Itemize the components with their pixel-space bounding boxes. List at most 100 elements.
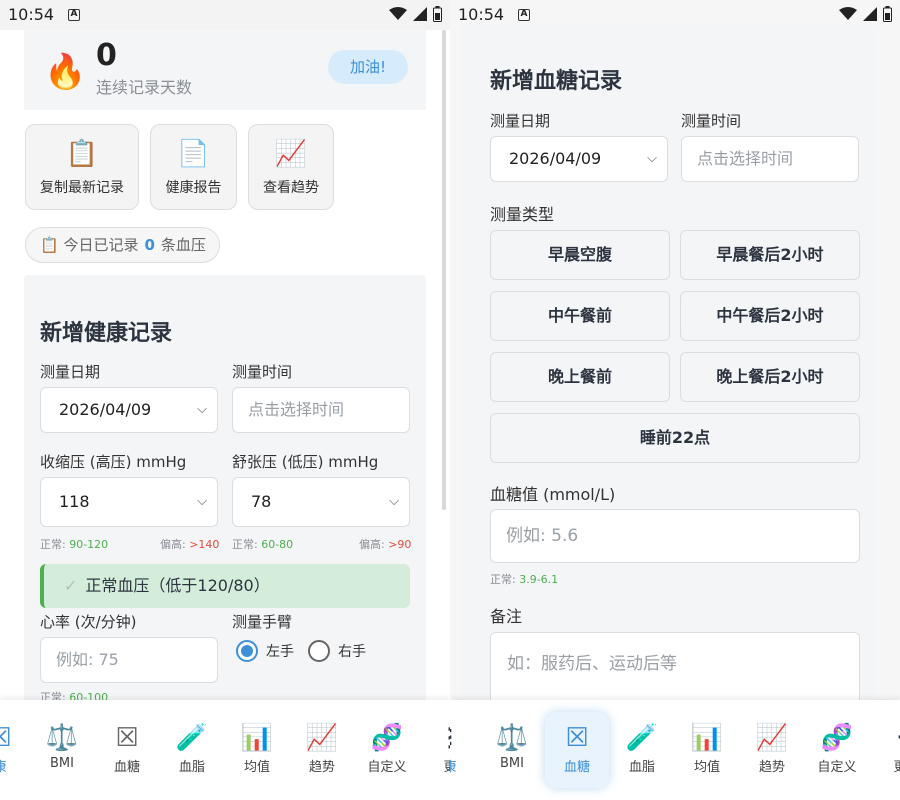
type-morning-postmeal-button[interactable]: 早晨餐后2小时 [680,230,860,280]
nav-item-custom[interactable]: 🧬 自定义 [355,712,419,788]
health-record-form: 新增健康记录 测量日期 测量时间 2026/04/09 ⌵ 点击选择时间 收缩压… [24,275,426,715]
nav-item-bmi[interactable]: ⚖️ BMI [480,712,544,788]
nav-item-average[interactable]: 📊 均值 [225,712,289,788]
time-input[interactable]: 点击选择时间 [681,136,859,182]
nav-item-lipid[interactable]: 🧪 血脂 [610,712,674,788]
diastolic-select[interactable]: 78 ⌵ [232,477,410,527]
type-label: 测量类型 [490,205,555,224]
type-evening-postmeal-button[interactable]: 晚上餐后2小时 [680,352,860,402]
date-value: 2026/04/09 [509,149,602,168]
chevron-down-icon: ⌵ [389,494,399,509]
time-label: 测量时间 [232,363,293,381]
scale-icon: ⚖️ [495,723,529,753]
arm-left-label: 左手 [266,644,294,660]
check-icon: ✓ [64,576,78,595]
tab-health-icon: ☒ [0,722,32,754]
bottom-nav: ⁝ 康 ⚖️ BMI ☒ 血糖 🧪 血脂 📊 均值 📈 趋势 🧬 自定义 · [450,700,900,800]
document-icon: 📄 [177,139,210,169]
battery-icon [433,6,442,22]
nav-item-trend[interactable]: 📈 趋势 [290,712,354,788]
type-noon-postmeal-button[interactable]: 中午餐后2小时 [680,291,860,341]
nav-item-custom[interactable]: 🧬 自定义 [805,712,869,788]
nav-item-health[interactable]: ⁝ 康 [450,712,482,788]
date-value: 2026/04/09 [59,400,152,419]
nav-item-bmi[interactable]: ⚖️ BMI [30,712,94,788]
nav-item-glucose[interactable]: ☒ 血糖 [545,712,609,788]
status-time: 10:54 [458,5,505,24]
copy-latest-button[interactable]: 📋 复制最新记录 [25,124,139,210]
type-morning-fasting-button[interactable]: 早晨空腹 [490,230,670,280]
scrollbar[interactable] [442,30,446,510]
type-evening-premeal-button[interactable]: 晚上餐前 [490,352,670,402]
bar-chart-icon: 📊 [690,723,724,753]
nav-item-trend[interactable]: 📈 趋势 [740,712,804,788]
nav-item-glucose[interactable]: ☒ 血糖 [95,712,159,788]
nav-item-lipid[interactable]: 🧪 血脂 [160,712,224,788]
date-select[interactable]: 2026/04/09 ⌵ [40,387,218,433]
trend-chart-icon: 📈 [274,139,308,169]
arm-right-label: 右手 [338,644,366,660]
wifi-icon [389,7,407,20]
chevron-down-icon: ⌵ [197,402,207,417]
memo-icon: 📋 [40,236,59,254]
type-noon-premeal-button[interactable]: 中午餐前 [490,291,670,341]
battery-icon [883,6,892,22]
system-icons [839,6,892,22]
chevron-down-icon: ⌵ [197,494,207,509]
chevron-down-icon: ⌵ [647,151,657,166]
nav-item-average[interactable]: 📊 均值 [675,712,739,788]
glucose-icon: ☒ [115,723,139,753]
cheer-button[interactable]: 加油! [328,50,408,84]
bp-status-text: 正常血压（低于120/80） [85,576,270,595]
systolic-value: 118 [59,492,90,511]
test-tube-icon: 🧪 [625,723,659,753]
test-tube-icon: 🧪 [175,723,209,753]
nav-item-more[interactable]: ⋮ 更 [418,712,450,788]
health-report-button[interactable]: 📄 健康报告 [150,124,237,210]
today-count: 0 [144,236,155,254]
radio-selected-icon [236,640,258,662]
systolic-label: 收缩压 (高压) mmHg [40,453,187,471]
notification-a-icon: A [518,9,530,21]
glucose-value-label: 血糖值 (mmol/L) [490,485,616,504]
streak-card: 🔥 0 连续记录天数 加油! [24,30,426,110]
systolic-select[interactable]: 118 ⌵ [40,477,218,527]
systolic-high-hint: 偏高: >140 [160,538,220,551]
form-title: 新增健康记录 [40,321,173,346]
glucose-value-input[interactable]: 例如: 5.6 [490,509,860,563]
tab-health-icon: ⁝ [450,722,482,754]
nav-item-more[interactable]: · 更 [868,712,900,788]
nav-item-health[interactable]: ☒ 康 [0,712,32,788]
date-label: 测量日期 [490,112,551,130]
signal-icon [863,7,877,21]
heart-rate-input[interactable]: 例如: 75 [40,637,218,683]
form-title: 新增血糖记录 [490,69,623,94]
bar-chart-icon: 📊 [240,723,274,753]
scale-icon: ⚖️ [45,723,79,753]
systolic-normal-hint: 正常: 90-120 [40,538,109,551]
arm-right-radio[interactable]: 右手 [308,640,366,662]
glucose-icon: ☒ [565,723,589,753]
left-screen: 10:54 A 🔥 0 连续记录天数 加油! 📋 复制最新记录 📄 健康报告 📈… [0,0,450,800]
fire-icon: 🔥 [44,52,87,92]
time-label: 测量时间 [681,112,742,130]
main-content: 🔥 0 连续记录天数 加油! 📋 复制最新记录 📄 健康报告 📈 查看趋势 📋 … [0,30,450,715]
diastolic-high-hint: 偏高: >90 [359,538,412,551]
diastolic-label: 舒张压 (低压) mmHg [232,453,379,471]
view-trend-button[interactable]: 📈 查看趋势 [248,124,334,210]
bp-status-banner: ✓ 正常血压（低于120/80） [40,564,410,608]
dna-icon: 🧬 [370,723,404,753]
health-report-label: 健康报告 [165,180,222,196]
time-input[interactable]: 点击选择时间 [232,387,410,433]
notification-a-icon: A [68,9,80,21]
today-suffix: 条血压 [160,236,206,254]
arm-left-radio[interactable]: 左手 [236,640,294,662]
diastolic-normal-hint: 正常: 60-80 [232,538,294,551]
more-icon: · [868,722,900,754]
radio-unselected-icon [308,640,330,662]
signal-icon [413,7,427,21]
today-prefix: 今日已记录 [63,236,139,254]
type-bedtime-button[interactable]: 睡前22点 [490,413,860,463]
date-select[interactable]: 2026/04/09 ⌵ [490,136,668,182]
today-count-badge: 📋 今日已记录 0 条血压 [25,227,220,263]
